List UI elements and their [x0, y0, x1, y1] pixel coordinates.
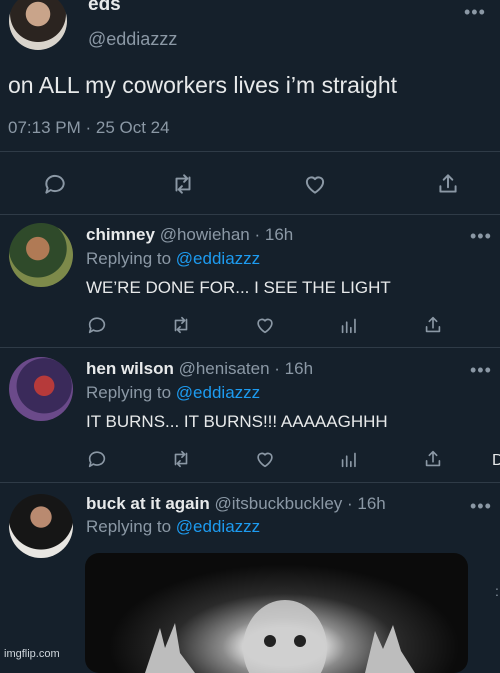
handle[interactable]: @eddiazzz [88, 29, 177, 50]
share-icon[interactable] [422, 314, 444, 336]
more-options-icon[interactable]: ••• [464, 2, 486, 23]
analytics-icon[interactable] [338, 448, 360, 470]
retweet-icon[interactable] [170, 448, 192, 470]
media-figure [145, 600, 415, 673]
avatar[interactable] [9, 223, 73, 287]
tweet-text: on ALL my coworkers lives i’m straight [8, 72, 398, 98]
avatar[interactable] [9, 0, 67, 50]
reply-header: hen wilson @henisaten · 16h [86, 359, 313, 379]
handle-and-time[interactable]: @henisaten · 16h [179, 359, 313, 378]
retweet-icon[interactable] [170, 314, 192, 336]
reply-icon[interactable] [86, 448, 108, 470]
reply-header: chimney @howiehan · 16h [86, 225, 293, 245]
retweet-icon[interactable] [170, 171, 196, 197]
avatar[interactable] [9, 494, 73, 558]
replying-to: Replying to @eddiazzz [86, 249, 260, 269]
handle-and-time[interactable]: @itsbuckbuckley · 16h [214, 494, 385, 513]
avatar[interactable] [9, 357, 73, 421]
divider [0, 347, 500, 348]
display-name[interactable]: eds [88, 0, 121, 16]
replying-to: Replying to @eddiazzz [86, 383, 260, 403]
divider [0, 151, 500, 152]
more-options-icon[interactable]: ••• [470, 360, 492, 381]
like-icon[interactable] [302, 171, 328, 197]
tweet-text: IT BURNS... IT BURNS!!! AAAAAGHHH [86, 412, 388, 431]
handle-and-time[interactable]: @howiehan · 16h [160, 225, 294, 244]
reply-icon[interactable] [86, 314, 108, 336]
edge-glyph: : [495, 583, 499, 599]
divider [0, 482, 500, 483]
reply-icon[interactable] [42, 171, 68, 197]
share-icon[interactable] [435, 171, 461, 197]
mention-link[interactable]: @eddiazzz [176, 517, 260, 536]
main-tweet: eds @eddiazzz ••• on ALL my coworkers li… [0, 0, 500, 215]
replying-to-label: Replying to [86, 383, 172, 402]
divider [0, 214, 500, 215]
mention-link[interactable]: @eddiazzz [176, 383, 260, 402]
mention-link[interactable]: @eddiazzz [176, 249, 260, 268]
like-icon[interactable] [254, 314, 276, 336]
display-name[interactable]: hen wilson [86, 359, 174, 378]
more-options-icon[interactable]: ••• [470, 226, 492, 247]
display-name[interactable]: chimney [86, 225, 155, 244]
edge-glyph: D [492, 452, 500, 469]
replying-to-label: Replying to [86, 517, 172, 536]
reply-header: buck at it again @itsbuckbuckley · 16h [86, 494, 386, 514]
more-options-icon[interactable]: ••• [470, 496, 492, 517]
display-name[interactable]: buck at it again [86, 494, 210, 513]
replying-to-label: Replying to [86, 249, 172, 268]
replying-to: Replying to @eddiazzz [86, 517, 260, 537]
media-image[interactable] [85, 553, 468, 673]
tweet-text: WE’RE DONE FOR... I SEE THE LIGHT [86, 278, 391, 297]
like-icon[interactable] [254, 448, 276, 470]
watermark: imgflip.com [4, 648, 60, 660]
timestamp[interactable]: 07:13 PM · 25 Oct 24 [8, 118, 170, 138]
analytics-icon[interactable] [338, 314, 360, 336]
share-icon[interactable] [422, 448, 444, 470]
